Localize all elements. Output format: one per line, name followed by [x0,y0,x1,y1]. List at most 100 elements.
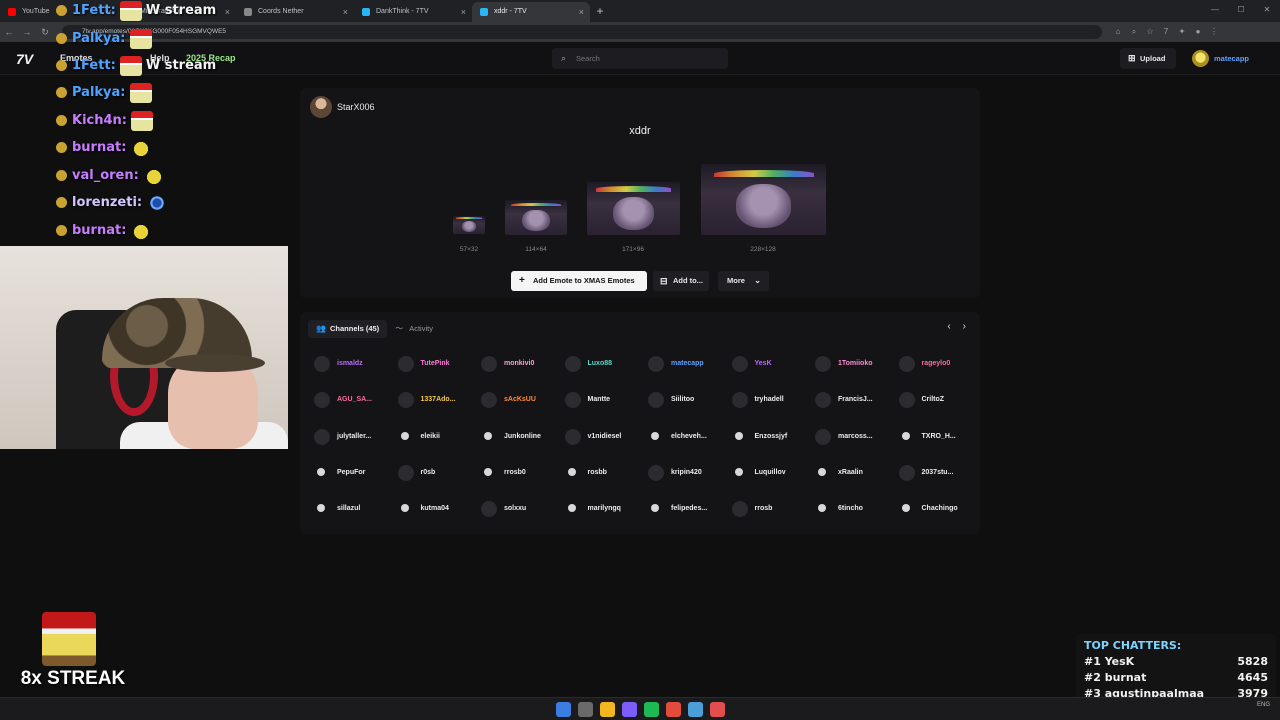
channel-item[interactable]: r0sb [396,463,476,483]
channel-avatar [815,501,831,517]
channel-item[interactable]: 1Tomiioko [813,354,893,374]
channel-item[interactable]: Enzossjyf [730,427,810,447]
tab-close-icon[interactable]: × [343,2,348,22]
tab-label: DankThink - 7TV [376,8,429,15]
zoom-icon[interactable]: ⌕ [1126,27,1142,37]
channel-item[interactable]: CriltoZ [897,390,977,410]
taskbar-app-icon[interactable] [600,702,615,717]
translate-icon[interactable]: ⌂ [1110,27,1126,37]
channel-item[interactable]: Chachingo [897,499,977,519]
channel-item[interactable]: PepuFor [312,463,392,483]
back-icon[interactable]: ← [0,27,18,37]
new-tab-button[interactable]: + [590,1,610,21]
tab-close-icon[interactable]: × [461,2,466,22]
channel-item[interactable]: rageylo0 [897,354,977,374]
channel-item[interactable]: Luquillov [730,463,810,483]
channel-item[interactable]: YesK [730,354,810,374]
profile-icon[interactable]: ● [1190,27,1206,37]
channels-tabs: 👥 Channels (45) 〜 Activity [308,320,441,338]
user-menu[interactable]: matecapp [1192,50,1249,67]
forward-icon[interactable]: → [18,27,36,37]
channel-item[interactable]: julytaller... [312,427,392,447]
channel-item[interactable]: matecapp [646,354,726,374]
channel-item[interactable]: sillazul [312,499,392,519]
channel-item[interactable]: TutePink [396,354,476,374]
menu-icon[interactable]: ⋮ [1206,27,1222,37]
puzzle-icon[interactable]: ✦ [1174,27,1190,37]
chat-username: burnat: [72,140,127,155]
search-box[interactable]: ⌕ Search [552,48,728,69]
emote-preview-2x[interactable] [505,200,567,235]
add-emote-button[interactable]: + Add Emote to XMAS Emotes [511,271,647,291]
browser-tab[interactable]: xddr - 7TV × [472,2,590,22]
extension-7tv-icon[interactable]: 7 [1158,27,1174,37]
channel-item[interactable]: sAcKsUU [479,390,559,410]
browser-tab[interactable]: DankThink - 7TV × [354,2,472,22]
channel-item[interactable]: elcheveh... [646,427,726,447]
badge-icon [56,87,67,98]
channel-item[interactable]: marilyngq [563,499,643,519]
channel-item[interactable]: 1337Ado... [396,390,476,410]
channel-item[interactable]: TXRO_H... [897,427,977,447]
channel-item[interactable]: v1nidiesel [563,427,643,447]
taskbar-app-icon[interactable] [578,702,593,717]
channel-item[interactable]: solxxu [479,499,559,519]
taskbar-app-icon[interactable] [688,702,703,717]
channel-name: PepuFor [337,468,366,476]
system-tray: ENG [1257,701,1270,709]
top-chatter-count: 4645 [1237,671,1268,684]
channel-item[interactable]: xRaalin [813,463,893,483]
star-icon[interactable]: ☆ [1142,27,1158,37]
channel-item[interactable]: felipedes... [646,499,726,519]
channel-item[interactable]: AGU_SA... [312,390,392,410]
taskbar-app-icon[interactable] [666,702,681,717]
channel-item[interactable]: Junkonline [479,427,559,447]
emote-preview-4x[interactable] [701,164,826,235]
taskbar-app-icon[interactable] [710,702,725,717]
channel-item[interactable]: rrosb [730,499,810,519]
channel-name: monkivi0 [504,360,535,367]
emote-preview-1x[interactable] [453,216,485,234]
taskbar-app-icon[interactable] [644,702,659,717]
channel-item[interactable]: tryhadell [730,390,810,410]
channel-item[interactable]: Mantte [563,390,643,410]
chevron-right-icon[interactable]: › [963,321,966,332]
channel-item[interactable]: ismaldz [312,354,392,374]
emote-owner[interactable]: StarX006 [310,96,375,118]
chat-message: lorenzeti: [56,192,169,214]
channel-item[interactable]: rosbb [563,463,643,483]
channel-item[interactable]: kutma04 [396,499,476,519]
close-window-icon[interactable]: ✕ [1254,0,1280,22]
7tv-logo[interactable]: 7V [16,51,33,67]
channel-item[interactable]: FrancisJ... [813,390,893,410]
badge-icon [56,225,67,236]
channel-item[interactable]: rrosb0 [479,463,559,483]
upload-button[interactable]: ⊞ Upload [1120,48,1176,69]
channel-item[interactable]: Siilitoo [646,390,726,410]
chevron-left-icon[interactable]: ‹ [947,321,950,332]
tab-close-icon[interactable]: × [579,2,584,22]
minimize-icon[interactable]: — [1202,0,1228,22]
channel-name: Luquillov [754,468,786,476]
channel-avatar [731,356,748,372]
tab-channels[interactable]: 👥 Channels (45) [308,320,388,338]
more-button[interactable]: More ⌄ [718,271,769,291]
window-controls: — ☐ ✕ [1202,0,1280,22]
channel-item[interactable]: eleikii [396,427,476,447]
channel-item[interactable]: monkivi0 [479,354,559,374]
channel-item[interactable]: kripin420 [646,463,726,483]
emote-preview-3x[interactable] [587,182,680,235]
channel-name: rrosb [754,505,773,513]
channel-item[interactable]: Luxo88 [563,354,643,374]
channel-name: FrancisJ... [838,396,873,404]
maximize-icon[interactable]: ☐ [1228,0,1254,22]
channel-item[interactable]: marcoss... [813,427,893,447]
channel-item[interactable]: 6tincho [813,499,893,519]
add-to-button[interactable]: ⊟ Add to... [653,271,709,291]
taskbar-app-icon[interactable] [556,702,571,717]
taskbar-app-icon[interactable] [622,702,637,717]
owner-name: StarX006 [337,102,375,112]
tab-activity[interactable]: 〜 Activity [387,320,441,338]
channel-name: kutma04 [420,505,449,513]
channel-item[interactable]: 2037stu... [897,463,977,483]
